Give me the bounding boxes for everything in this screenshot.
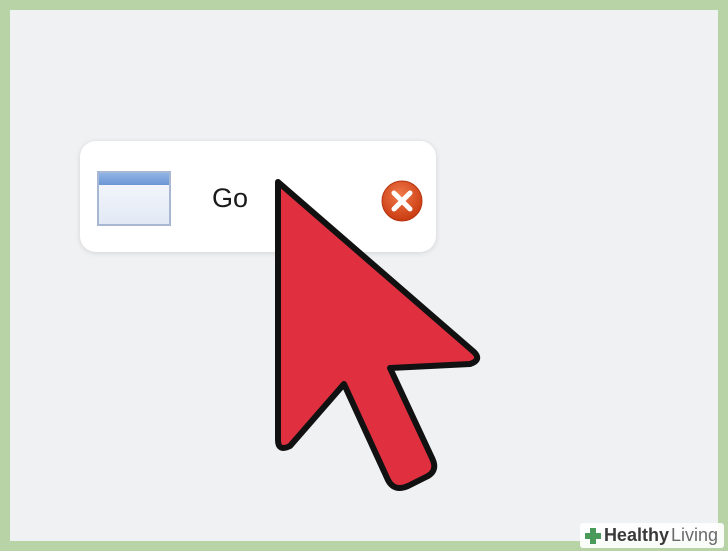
taskbar-window-item[interactable]: Go xyxy=(80,141,436,252)
window-icon xyxy=(97,171,171,226)
window-titlebar xyxy=(99,173,169,185)
close-icon[interactable] xyxy=(380,179,424,223)
healthy-living-watermark: Healthy Living xyxy=(579,523,724,548)
window-title-label: Go xyxy=(212,183,249,213)
plus-icon xyxy=(584,527,601,544)
screen-frame: Go xyxy=(10,10,718,541)
watermark-light-text: Living xyxy=(670,525,718,545)
watermark-bold-text: Healthy xyxy=(603,525,669,545)
